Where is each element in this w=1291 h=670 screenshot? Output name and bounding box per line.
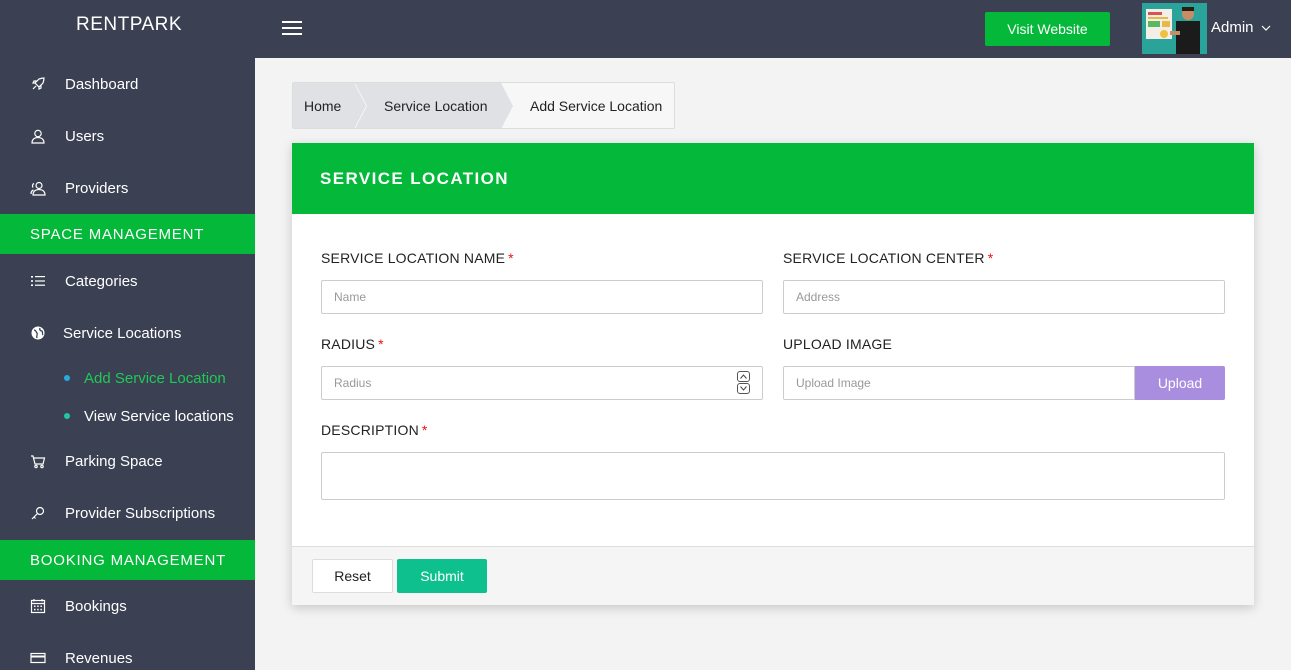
sidebar-subitem-label: View Service locations — [84, 407, 234, 425]
sidebar-item-label: Revenues — [65, 649, 133, 667]
sidebar-subitem-label: Add Service Location — [84, 369, 226, 387]
rocket-icon — [30, 76, 46, 92]
sidebar-item-label: Parking Space — [65, 452, 163, 470]
sidebar-item-service-locations[interactable]: Service Locations — [0, 313, 255, 353]
upload-image-label: UPLOAD IMAGE — [783, 336, 892, 352]
required-mark: * — [508, 250, 514, 266]
cart-icon — [30, 453, 46, 469]
user-icon — [30, 128, 46, 144]
required-mark: * — [378, 336, 384, 352]
service-location-name-label: SERVICE LOCATION NAME * — [321, 250, 514, 266]
visit-website-button[interactable]: Visit Website — [985, 12, 1110, 46]
chevron-down-icon — [1261, 25, 1270, 31]
breadcrumb-separator — [354, 83, 366, 128]
upload-button[interactable]: Upload — [1135, 366, 1225, 400]
required-mark: * — [421, 422, 428, 438]
sidebar-item-label: Users — [65, 127, 105, 145]
breadcrumb: Service Location Home Add Service Locati… — [292, 82, 675, 129]
breadcrumb-home[interactable]: Home — [293, 83, 355, 128]
admin-name: Admin — [1211, 19, 1254, 36]
sidebar-subitem-add-service-location[interactable]: Add Service Location — [0, 363, 255, 393]
breadcrumb-current: Add Service Location — [501, 83, 674, 128]
radius-stepper[interactable] — [737, 371, 750, 395]
service-location-center-input[interactable]: Address — [783, 280, 1225, 314]
sidebar-item-label: Providers — [65, 179, 129, 197]
globe-icon — [30, 325, 46, 341]
breadcrumb-label: Add Service Location — [530, 97, 663, 114]
sidebar-item-label: Service Locations — [63, 324, 182, 342]
description-label: DESCRIPTION * — [321, 422, 428, 438]
radius-placeholder: Radius — [334, 376, 372, 390]
section-booking-management: BOOKING MANAGEMENT — [0, 540, 255, 580]
hamburger-menu-icon[interactable] — [282, 19, 302, 35]
sidebar-item-providers[interactable]: Providers — [0, 168, 255, 208]
calendar-icon — [30, 598, 46, 614]
radius-input[interactable]: Radius — [321, 366, 763, 400]
sidebar-item-provider-subscriptions[interactable]: Provider Subscriptions — [0, 493, 255, 533]
sidebar-subitem-view-service-locations[interactable]: View Service locations — [0, 401, 255, 431]
label-text: SERVICE LOCATION CENTER — [783, 250, 985, 266]
required-mark: * — [987, 250, 994, 266]
label-text: RADIUS — [321, 336, 376, 352]
service-location-form-card: SERVICE LOCATION SERVICE LOCATION NAME * … — [292, 143, 1254, 605]
credit-card-icon — [30, 650, 46, 666]
form-footer: Reset Submit — [292, 546, 1254, 605]
sidebar-item-categories[interactable]: Categories — [0, 261, 255, 301]
bullet-dot — [64, 413, 70, 419]
sidebar-item-label: Dashboard — [65, 75, 139, 93]
radius-label: RADIUS * — [321, 336, 384, 352]
form-title: SERVICE LOCATION — [292, 143, 1254, 214]
sidebar-item-parking-space[interactable]: Parking Space — [0, 441, 255, 481]
breadcrumb-label: Home — [304, 97, 342, 114]
brand-logo[interactable]: RENTPARK — [0, 0, 255, 58]
label-text: SERVICE LOCATION NAME — [321, 250, 506, 266]
service-location-center-label: SERVICE LOCATION CENTER * — [783, 250, 993, 266]
sidebar-item-revenues[interactable]: Revenues — [0, 638, 255, 670]
submit-button[interactable]: Submit — [397, 559, 487, 593]
users-icon — [30, 180, 46, 196]
topbar: Visit Website Admin — [255, 0, 1291, 58]
stepper-up-icon[interactable] — [737, 371, 750, 382]
section-space-management: SPACE MANAGEMENT — [0, 214, 255, 254]
sidebar-item-dashboard[interactable]: Dashboard — [0, 64, 255, 104]
sidebar-item-users[interactable]: Users — [0, 116, 255, 156]
sidebar-item-label: Categories — [65, 272, 138, 290]
sidebar: RENTPARK Dashboard Users Providers SPACE… — [0, 0, 255, 670]
breadcrumb-label: Service Location — [384, 97, 488, 114]
description-textarea[interactable] — [321, 452, 1225, 500]
avatar[interactable] — [1142, 3, 1207, 54]
sidebar-item-label: Provider Subscriptions — [65, 504, 216, 522]
admin-user-menu[interactable]: Admin — [1211, 19, 1271, 36]
service-location-name-input[interactable]: Name — [321, 280, 763, 314]
stepper-down-icon[interactable] — [737, 383, 750, 394]
upload-image-input[interactable]: Upload Image — [783, 366, 1135, 400]
key-icon — [30, 505, 46, 521]
sidebar-item-label: Bookings — [65, 597, 127, 615]
breadcrumb-service-location[interactable]: Service Location — [355, 83, 501, 128]
sidebar-item-bookings[interactable]: Bookings — [0, 586, 255, 626]
bullet-dot — [64, 375, 70, 381]
list-icon — [30, 273, 46, 289]
reset-button[interactable]: Reset — [312, 559, 393, 593]
label-text: DESCRIPTION — [321, 422, 419, 438]
